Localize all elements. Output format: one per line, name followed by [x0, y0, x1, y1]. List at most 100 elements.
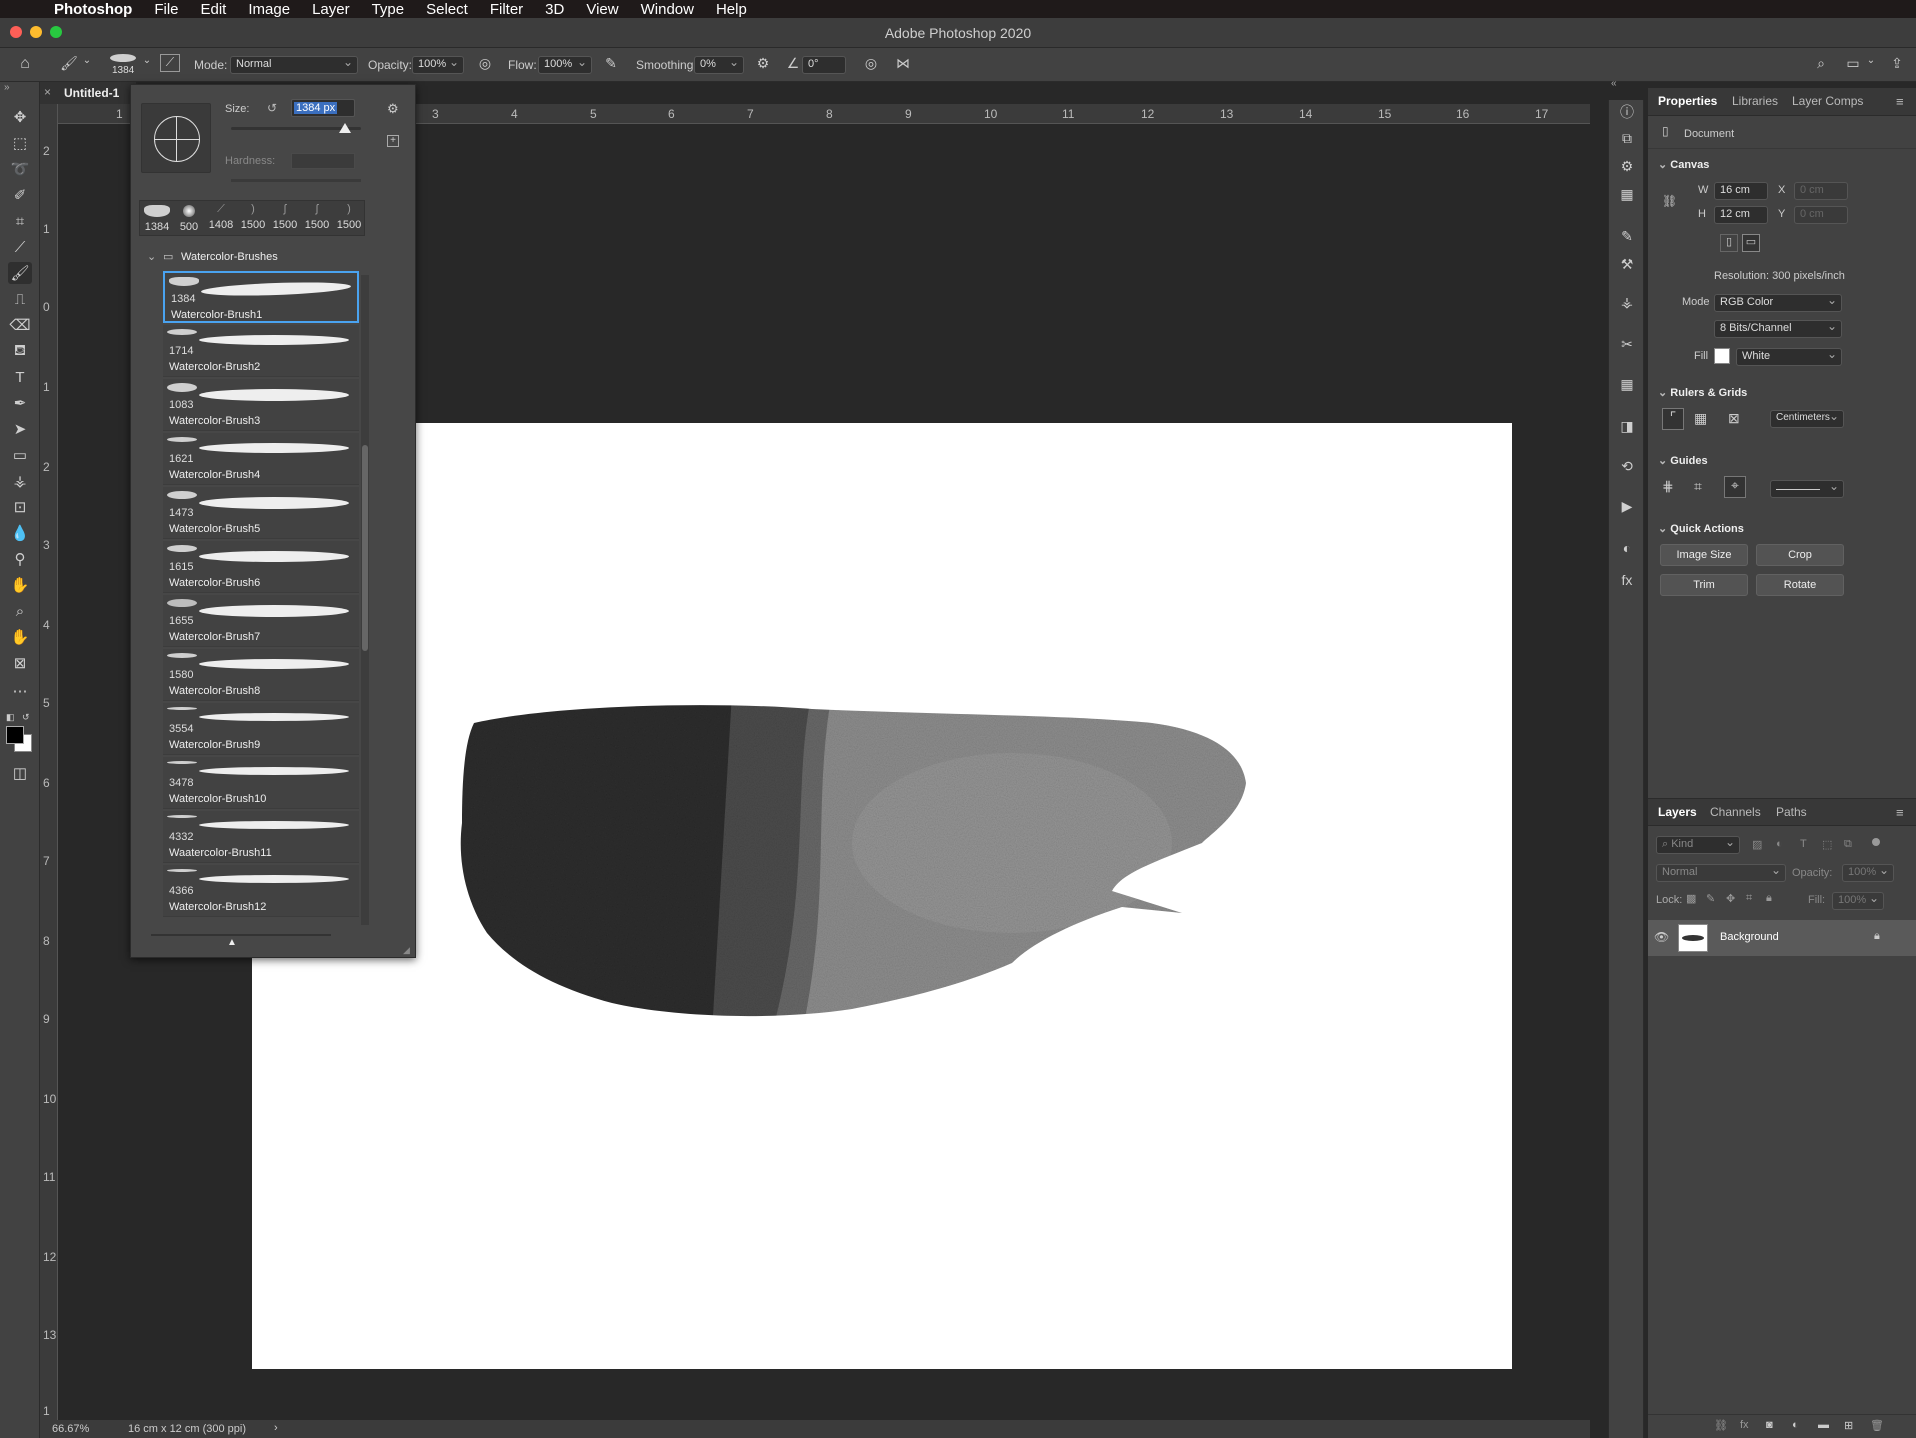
brush-settings-icon[interactable]: ✎ — [1617, 228, 1637, 248]
pressure-opacity-icon[interactable]: ◎ — [474, 55, 496, 72]
more-tools-icon[interactable]: ⋯ — [8, 680, 32, 702]
tab-libraries[interactable]: Libraries — [1732, 94, 1778, 108]
size-slider-handle[interactable] — [339, 123, 351, 133]
brush-list-item[interactable]: 1655 Watercolor-Brush7 — [163, 595, 359, 647]
layer-opacity-input[interactable]: 100% — [1842, 863, 1894, 882]
hand-tool-icon[interactable]: ✋ — [8, 574, 32, 596]
adjustments-icon[interactable]: ◐ — [1617, 540, 1637, 560]
history-icon[interactable]: ⧉ — [1617, 130, 1637, 150]
link-layers-icon[interactable]: ⛓ — [1714, 1419, 1728, 1432]
flow-input[interactable]: 100% — [538, 55, 592, 74]
move-tool-icon[interactable]: ✥ — [8, 106, 32, 128]
filter-toggle-icon[interactable] — [1872, 838, 1880, 846]
brush-list-item[interactable]: 1580 Watercolor-Brush8 — [163, 649, 359, 701]
marquee-tool-icon[interactable]: ⬚ — [8, 132, 32, 154]
status-menu-arrow-icon[interactable]: › — [274, 1422, 278, 1434]
landscape-orientation-icon[interactable]: ▭ — [1742, 234, 1760, 252]
fill-color-swatch[interactable] — [1714, 348, 1730, 364]
grid-toggle-icon[interactable]: ▦ — [1694, 410, 1707, 427]
layer-blend-mode-select[interactable]: Normal — [1656, 863, 1786, 882]
brush-tip-preview[interactable] — [141, 103, 211, 173]
brush-list-item[interactable]: 1621 Watercolor-Brush4 — [163, 433, 359, 485]
bit-depth-select[interactable]: 8 Bits/Channel — [1714, 319, 1842, 338]
layer-fill-input[interactable]: 100% — [1832, 891, 1884, 910]
resize-grip-icon[interactable]: ◢ — [403, 945, 410, 956]
add-mask-icon[interactable]: ◙ — [1766, 1419, 1773, 1431]
3d-tool-icon[interactable]: ⊡ — [8, 496, 32, 518]
image-size-button[interactable]: Image Size — [1660, 544, 1748, 566]
menu-file[interactable]: File — [154, 1, 178, 18]
lock-all-icon[interactable]: 🔒︎ — [1766, 892, 1772, 905]
canvas-section-title[interactable]: Canvas — [1658, 158, 1709, 171]
eyedropper-tool-icon[interactable]: ⟋ — [8, 236, 32, 258]
zoom-level[interactable]: 66.67% — [52, 1423, 89, 1435]
clone-source-icon[interactable]: ⚶ — [1617, 294, 1637, 314]
brush-list-scrollbar[interactable] — [361, 275, 369, 925]
lock-transparency-icon[interactable]: ▩ — [1686, 892, 1696, 905]
quick-selection-tool-icon[interactable]: ✐ — [8, 184, 32, 206]
chevron-down-icon[interactable]: ⌄ — [147, 250, 156, 263]
opacity-input[interactable]: 100% — [412, 55, 464, 74]
menu-image[interactable]: Image — [248, 1, 290, 18]
smart-guides-icon[interactable]: ⌗ — [1694, 478, 1702, 495]
tab-layer-comps[interactable]: Layer Comps — [1792, 94, 1863, 108]
rotate-view-tool-icon[interactable]: ✋ — [8, 626, 32, 648]
menu-help[interactable]: Help — [716, 1, 747, 18]
new-group-folder-icon[interactable]: ▬ — [1818, 1419, 1829, 1431]
menu-filter[interactable]: Filter — [490, 1, 523, 18]
recent-brush[interactable]: ) 1500 — [333, 203, 365, 235]
recent-brush[interactable]: ) 1500 — [237, 203, 269, 235]
gear-icon[interactable]: ⚙ — [387, 101, 399, 117]
layer-name[interactable]: Background — [1720, 931, 1779, 943]
foreground-color-swatch[interactable] — [6, 726, 24, 744]
lock-artboard-icon[interactable]: ⌗ — [1746, 892, 1752, 905]
paint-bucket-tool-icon[interactable]: ⛾ — [8, 340, 32, 362]
brush-settings-panel-icon[interactable]: ⟋ — [160, 54, 180, 72]
blend-mode-select[interactable]: Normal — [230, 55, 358, 74]
collapse-panel-icon[interactable]: « — [1611, 78, 1617, 89]
canvas-height-input[interactable]: 12 cm — [1714, 206, 1768, 224]
blur-tool-icon[interactable]: 💧 — [8, 522, 32, 544]
recent-brush[interactable]: ʃ 1500 — [269, 203, 301, 235]
brush-tool-icon[interactable]: 🖌 — [58, 55, 80, 72]
gradients-icon[interactable]: ◨ — [1617, 418, 1637, 438]
crop-button[interactable]: Crop — [1756, 544, 1844, 566]
brush-list-item[interactable]: 1384 Watercolor-Brush1 — [163, 271, 359, 323]
lock-position-icon[interactable]: ✥ — [1726, 892, 1735, 905]
portrait-orientation-icon[interactable]: ▯ — [1720, 234, 1738, 252]
patterns-icon[interactable]: ⟲ — [1617, 458, 1637, 478]
close-tab-icon[interactable]: × — [44, 85, 51, 99]
quick-actions-section-title[interactable]: Quick Actions — [1658, 522, 1744, 535]
fill-select[interactable]: White — [1736, 347, 1842, 366]
brush-list-item[interactable]: 1083 Watercolor-Brush3 — [163, 379, 359, 431]
chevron-down-icon[interactable]: ⌄ — [1866, 55, 1876, 66]
lock-image-icon[interactable]: ✎ — [1706, 892, 1715, 905]
menu-layer[interactable]: Layer — [312, 1, 350, 18]
path-selection-tool-icon[interactable]: ➤ — [8, 418, 32, 440]
filter-adjustment-icon[interactable]: ◐ — [1776, 838, 1783, 850]
menu-3d[interactable]: 3D — [545, 1, 564, 18]
chevron-down-icon[interactable]: ⌄ — [82, 55, 92, 66]
brush-presets-icon[interactable]: ⚒ — [1617, 256, 1637, 276]
rectangle-tool-icon[interactable]: ▭ — [8, 444, 32, 466]
recent-brush[interactable]: ⟋ 1408 — [205, 203, 237, 235]
layer-filter-kind-select[interactable]: ⌕ Kind — [1656, 835, 1740, 854]
chevron-down-icon[interactable]: ⌄ — [142, 55, 152, 66]
gear-icon[interactable]: ⚙ — [752, 55, 774, 72]
ruler-units-select[interactable]: Centimeters — [1770, 409, 1844, 428]
tab-layers[interactable]: Layers — [1658, 805, 1697, 819]
menu-window[interactable]: Window — [641, 1, 694, 18]
default-colors-icon[interactable]: ◧ — [6, 712, 15, 723]
thumbnail-size-slider-handle[interactable]: ▲ — [227, 937, 237, 948]
filter-pixel-icon[interactable]: ▨ — [1752, 838, 1762, 851]
smoothing-input[interactable]: 0% — [694, 55, 744, 74]
adjustment-layer-icon[interactable]: ◐ — [1792, 1419, 1799, 1431]
swap-colors-icon[interactable]: ↺ — [22, 712, 30, 723]
filter-shape-icon[interactable]: ⬚ — [1822, 838, 1832, 851]
brush-list-item[interactable]: 4332 Waatercolor-Brush11 — [163, 811, 359, 863]
tab-properties[interactable]: Properties — [1658, 94, 1717, 108]
airbrush-icon[interactable]: ✎ — [600, 55, 622, 72]
panel-menu-icon[interactable]: ≡ — [1896, 94, 1904, 109]
styles-fx-icon[interactable]: fx — [1617, 572, 1637, 592]
search-icon[interactable]: ⌕ — [1810, 55, 1832, 72]
